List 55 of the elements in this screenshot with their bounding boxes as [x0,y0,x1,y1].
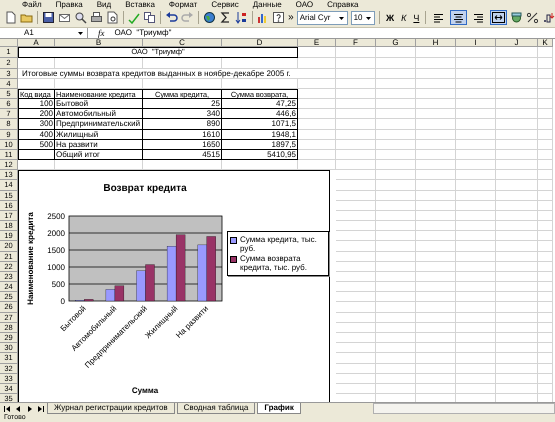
table-cell: Бытовой [55,99,143,110]
axis-tick-label: 2500 [47,212,65,221]
formula-field[interactable]: ОАО "Триумф" [114,28,172,38]
axis-tick-label: 0 [60,296,65,306]
axis-tick-label: 2000 [47,228,65,238]
table-cell: 5410,95 [222,150,298,160]
menu-item[interactable]: Данные [252,0,282,9]
menu-item[interactable]: Формат [168,0,198,9]
table-cell: Предпринимательский [55,119,143,130]
sheet-tab[interactable]: Сводная таблица [176,403,256,414]
table-cell: 340 [143,109,222,120]
table-cell: На развити [55,140,143,150]
chart-title: Возврат кредита [103,182,187,194]
menu-item[interactable]: ОАО [296,0,314,9]
menu-item[interactable]: Вставка [125,0,155,9]
more-button[interactable]: » [288,12,294,24]
axis-title: Наименование кредита [26,212,35,305]
axis-tick-label: 1500 [47,246,65,255]
table-cell: 1071,5 [222,119,298,130]
format-button[interactable]: Ч [411,12,422,24]
table-cell: 100 [18,99,55,110]
table-cell: 4515 [143,150,222,160]
table-cell: 400 [18,130,55,140]
table-caption: Итоговые суммы возврата кредитов выданных в ноябре-декабре 2005 г. [18,68,336,79]
menu-item[interactable]: Правка [56,0,83,9]
axis-title: Сумма [132,386,158,395]
menu-item[interactable]: Сервис [211,0,239,9]
font-size-dropdown[interactable]: 10 [350,10,376,25]
axis-tick-label: 500 [52,280,65,289]
table-cell: 200 [18,109,55,120]
legend-label: Сумма возврата кредита, тыс. руб. [240,254,308,272]
menu-item[interactable]: Файл [22,0,42,9]
sheet-tab[interactable]: График [257,403,301,414]
table-cell: 1610 [143,130,222,140]
table-cell: Автомобильный [55,109,143,120]
table-cell: Жилищный [55,130,143,140]
table-cell: 1897,5 [222,140,298,150]
format-button[interactable]: Ж [384,12,396,24]
table-cell: 25 [143,99,222,110]
axis-tick-label: 1000 [47,262,65,272]
menu-item[interactable]: Справка [327,0,358,9]
table-cell: 500 [18,140,55,150]
table-cell: 1948,1 [222,130,298,140]
table-cell: 890 [143,119,222,130]
table-cell: 300 [18,119,55,130]
font-dropdown[interactable]: Arial Cyr [296,10,348,25]
table-cell: 1650 [143,140,222,150]
menu-item[interactable]: Вид [96,0,112,9]
table-cell: Общий итог [55,150,143,160]
table-cell: 446,6 [222,109,298,120]
function-button[interactable]: fx [92,28,110,38]
legend-label: Сумма кредита, тыс. руб. [240,234,318,253]
sheet-tab[interactable]: Журнал регистрации кредитов [47,403,175,414]
format-button[interactable]: К [399,12,408,24]
table-cell: 47,25 [222,99,298,110]
